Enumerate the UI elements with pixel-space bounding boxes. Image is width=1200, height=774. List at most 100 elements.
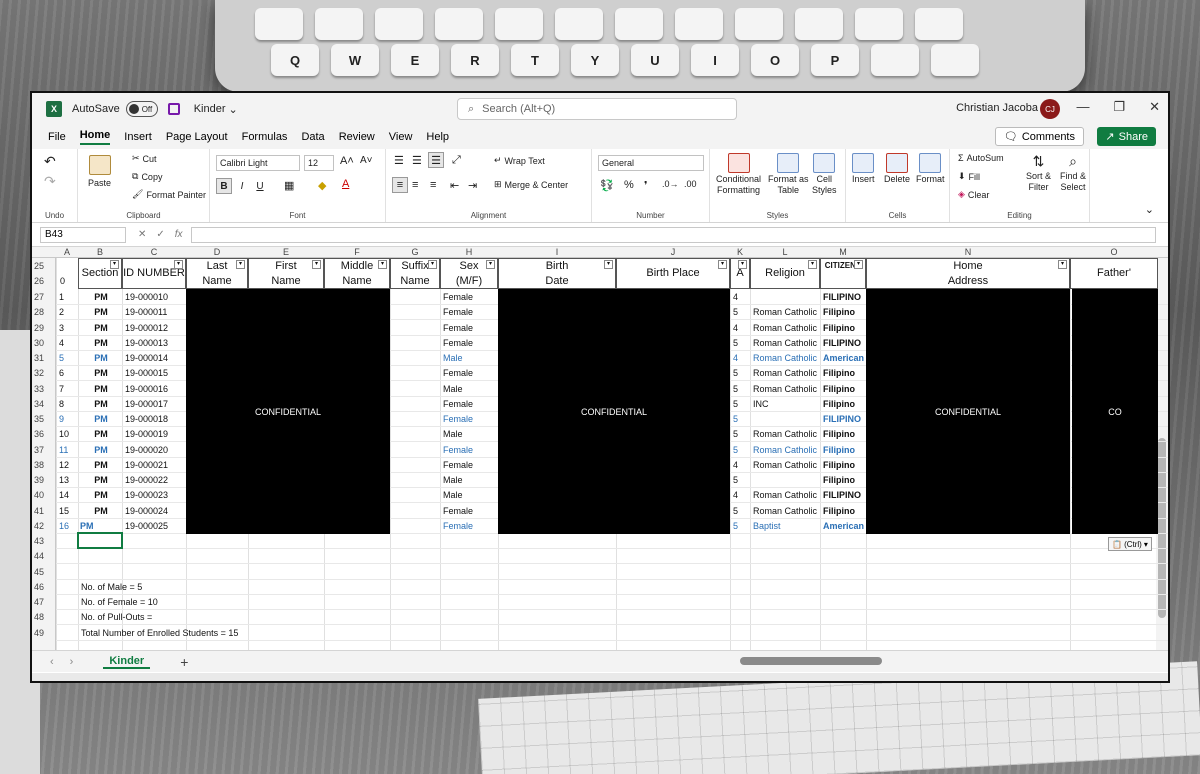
increase-indent-icon[interactable]: ⇥: [468, 179, 477, 192]
cell-styles-button[interactable]: Cell Styles: [812, 153, 837, 195]
font-color-icon[interactable]: A: [342, 178, 349, 190]
cell-section[interactable]: PM: [81, 323, 121, 333]
redo-icon[interactable]: ↷: [44, 173, 56, 190]
cell-citizenship[interactable]: Filipino: [823, 384, 865, 394]
decrease-indent-icon[interactable]: ⇤: [450, 179, 459, 192]
cell-religion[interactable]: Roman Catholic: [753, 307, 819, 317]
horizontal-scrollbar[interactable]: [732, 657, 1152, 665]
row-header[interactable]: 37: [34, 445, 54, 455]
cell-sex[interactable]: Male: [443, 429, 497, 439]
cell-id-number[interactable]: 19-000012: [125, 323, 185, 333]
cell-citizenship[interactable]: FILIPINO: [823, 490, 865, 500]
filter-dropdown-icon[interactable]: ▾: [312, 260, 321, 269]
cell-section[interactable]: PM: [81, 384, 121, 394]
row-header[interactable]: 44: [34, 551, 54, 561]
column-header-e[interactable]: E: [248, 247, 324, 257]
underline-button[interactable]: U: [252, 178, 268, 194]
cell-section[interactable]: PM: [81, 429, 121, 439]
align-top-icon[interactable]: ☰: [394, 154, 404, 167]
cell-id-number[interactable]: 19-000010: [125, 292, 185, 302]
column-header-l[interactable]: L: [750, 247, 820, 257]
row-header[interactable]: 38: [34, 460, 54, 470]
cell-age[interactable]: 4: [733, 323, 749, 333]
wrap-text-button[interactable]: ↵ Wrap Text: [494, 155, 545, 166]
row-header[interactable]: 30: [34, 338, 54, 348]
cell-citizenship[interactable]: Filipino: [823, 368, 865, 378]
cell-sex[interactable]: Female: [443, 307, 497, 317]
sort-filter-button[interactable]: ⇅ Sort & Filter: [1026, 153, 1051, 192]
close-icon[interactable]: ✕: [1149, 99, 1160, 115]
insert-cells-button[interactable]: Insert: [852, 153, 875, 184]
cell-id-number[interactable]: 19-000017: [125, 399, 185, 409]
cell-age[interactable]: 4: [733, 292, 749, 302]
row-header[interactable]: 35: [34, 414, 54, 424]
cell-section[interactable]: PM: [81, 475, 121, 485]
cell-citizenship[interactable]: Filipino: [823, 323, 865, 333]
filter-dropdown-icon[interactable]: ▾: [854, 260, 863, 269]
header-father[interactable]: Father': [1070, 258, 1158, 289]
tab-page-layout[interactable]: Page Layout: [166, 131, 228, 143]
paste-options-button[interactable]: 📋 (Ctrl) ▾: [1108, 537, 1152, 551]
fx-icon[interactable]: fx: [175, 229, 183, 240]
cut-button[interactable]: ✂ Cut: [132, 153, 157, 164]
worksheet-grid[interactable]: ABCDEFGHIJKLMNO 25 26 27 28 29 30 31 32 33 34 35 36…: [32, 247, 1168, 653]
orientation-icon[interactable]: ⤢: [452, 154, 461, 167]
selected-cell-b43[interactable]: [77, 532, 123, 549]
header-section[interactable]: Section ▾: [78, 258, 122, 289]
share-button[interactable]: ↗ Share: [1097, 127, 1156, 146]
column-header-i[interactable]: I: [498, 247, 616, 257]
cell-religion[interactable]: Roman Catholic: [753, 460, 819, 470]
restore-icon[interactable]: ❐: [1113, 99, 1125, 115]
row-header[interactable]: 49: [34, 628, 54, 638]
cell-citizenship[interactable]: American: [823, 353, 865, 363]
column-header-d[interactable]: D: [186, 247, 248, 257]
cell-age[interactable]: 5: [733, 521, 749, 531]
cell-id-number[interactable]: 19-000020: [125, 445, 185, 455]
cell-id-number[interactable]: 19-000011: [125, 307, 185, 317]
cancel-icon[interactable]: ✕: [138, 229, 146, 240]
bold-button[interactable]: B: [216, 178, 232, 194]
cell-sex[interactable]: Male: [443, 353, 497, 363]
tab-view[interactable]: View: [389, 131, 413, 143]
summary-pullouts[interactable]: No. of Pull-Outs =: [81, 612, 152, 622]
cell-row-number[interactable]: 10: [59, 429, 77, 439]
cell-section[interactable]: PM: [81, 445, 121, 455]
cell-row-number[interactable]: 3: [59, 323, 77, 333]
row-header[interactable]: 26: [34, 276, 54, 286]
filter-dropdown-icon[interactable]: ▾: [110, 260, 119, 269]
row-header[interactable]: 47: [34, 597, 54, 607]
row-header[interactable]: 31: [34, 353, 54, 363]
horizontal-scroll-thumb[interactable]: [740, 657, 882, 665]
filter-dropdown-icon[interactable]: ▾: [1058, 260, 1067, 269]
cell-citizenship[interactable]: Filipino: [823, 460, 865, 470]
align-left-icon[interactable]: ≡: [392, 177, 408, 193]
font-size-select[interactable]: 12: [304, 155, 334, 171]
cell-section[interactable]: PM: [81, 460, 121, 470]
row-header[interactable]: 28: [34, 307, 54, 317]
row-header[interactable]: 29: [34, 323, 54, 333]
number-format-select[interactable]: General: [598, 155, 704, 171]
row-header[interactable]: 48: [34, 612, 54, 622]
header-religion[interactable]: Religion ▾: [750, 258, 820, 289]
cell-section[interactable]: PM: [80, 521, 120, 531]
tab-home[interactable]: Home: [79, 129, 111, 145]
cell-religion[interactable]: INC: [753, 399, 819, 409]
column-header-h[interactable]: H: [440, 247, 498, 257]
cell-citizenship[interactable]: Filipino: [823, 399, 865, 409]
cell-id-number[interactable]: 19-000014: [125, 353, 185, 363]
conditional-formatting-button[interactable]: Conditional Formatting: [716, 153, 761, 195]
cell-sex[interactable]: Female: [443, 521, 497, 531]
save-icon[interactable]: [167, 103, 180, 115]
cell-age[interactable]: 5: [733, 506, 749, 516]
cell-religion[interactable]: Roman Catholic: [753, 506, 819, 516]
cell-religion[interactable]: Baptist: [753, 521, 819, 531]
search-box[interactable]: ⌕ Search (Alt+Q): [457, 98, 737, 120]
decrease-decimal-icon[interactable]: .00: [684, 179, 697, 189]
cell-row-number[interactable]: 2: [59, 307, 77, 317]
cell-age[interactable]: 5: [733, 475, 749, 485]
cell-sex[interactable]: Female: [443, 292, 497, 302]
cell-row-number[interactable]: 13: [59, 475, 77, 485]
filter-dropdown-icon[interactable]: ▾: [174, 260, 183, 269]
header-citizenship[interactable]: CITIZENS ▾: [820, 258, 866, 289]
cell-section[interactable]: PM: [81, 490, 121, 500]
